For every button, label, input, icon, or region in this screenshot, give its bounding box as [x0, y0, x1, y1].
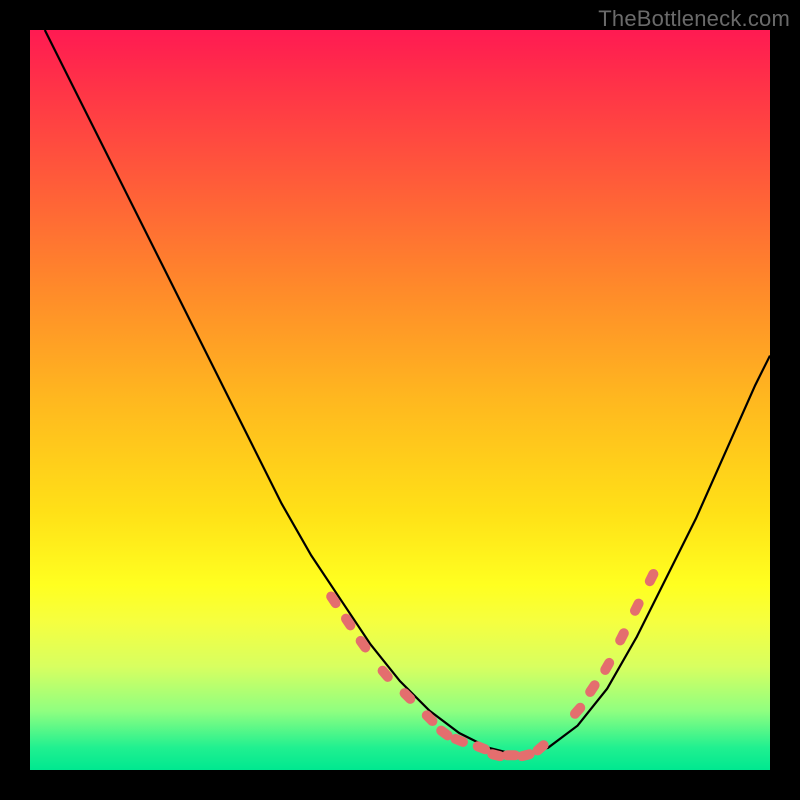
marker-dot — [613, 627, 630, 648]
marker-dot — [628, 597, 645, 618]
marker-dot — [583, 678, 601, 699]
plot-area — [30, 30, 770, 770]
marker-group — [324, 567, 660, 762]
marker-dot — [420, 708, 440, 728]
chart-frame: TheBottleneck.com — [0, 0, 800, 800]
marker-dot — [398, 686, 418, 706]
chart-svg — [30, 30, 770, 770]
marker-dot — [598, 656, 616, 677]
curve-line — [45, 30, 770, 755]
watermark-text: TheBottleneck.com — [598, 6, 790, 32]
marker-dot — [376, 664, 395, 684]
marker-dot — [643, 567, 660, 588]
